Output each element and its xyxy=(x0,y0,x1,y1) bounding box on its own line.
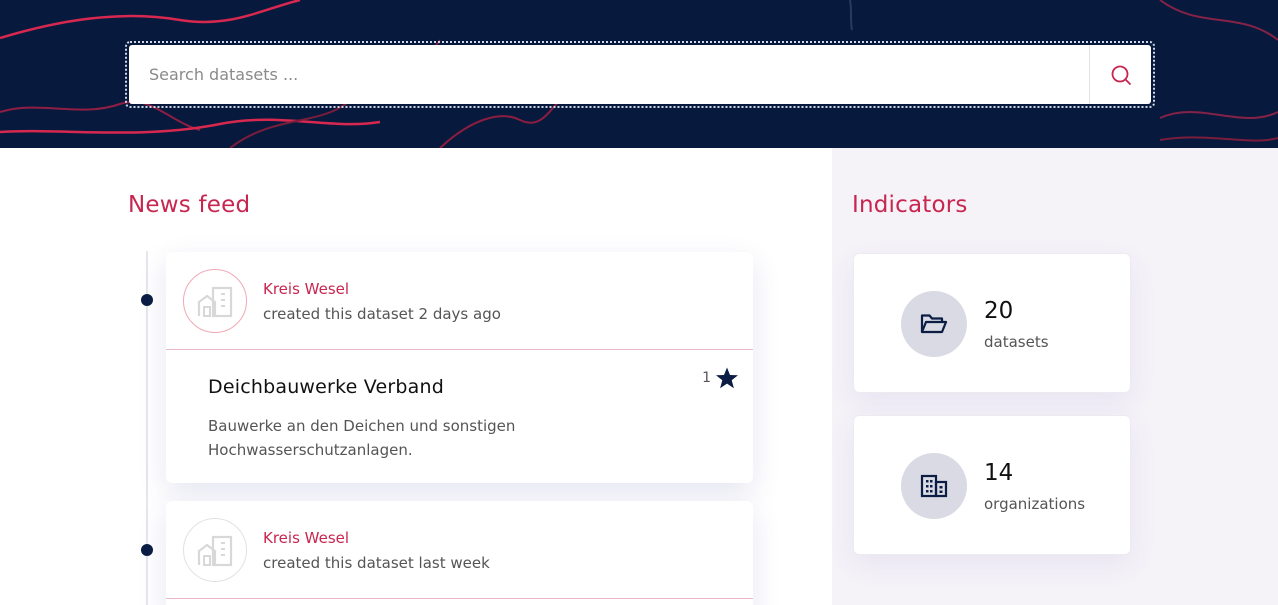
search-button[interactable] xyxy=(1089,45,1151,104)
activity-text: created this dataset 2 days ago xyxy=(263,305,501,323)
search-input[interactable] xyxy=(129,45,1089,104)
timeline-dot xyxy=(141,294,153,306)
search-focus-outline xyxy=(125,41,1155,108)
stars-count: 1 xyxy=(702,366,739,390)
news-feed-title: News feed xyxy=(128,192,251,218)
news-card-header: Kreis Wesel created this dataset 2 days … xyxy=(166,252,753,350)
indicator-label: datasets xyxy=(984,333,1049,351)
building-icon xyxy=(197,535,233,567)
star-count: 1 xyxy=(702,370,711,386)
news-card-header: Kreis Wesel created this dataset last we… xyxy=(166,501,753,599)
indicator-icon-circle xyxy=(901,453,967,519)
indicator-label: organizations xyxy=(984,495,1086,513)
timeline-dot xyxy=(141,544,153,556)
organization-avatar[interactable] xyxy=(183,518,247,582)
indicator-card-organizations[interactable]: 14 organizations xyxy=(853,415,1131,555)
news-card: Kreis Wesel created this dataset last we… xyxy=(166,501,753,605)
indicator-icon-circle xyxy=(901,291,967,357)
star-icon xyxy=(716,367,738,389)
indicators-title: Indicators xyxy=(852,192,968,218)
dataset-title-link[interactable]: Deichbauwerke Verband xyxy=(208,376,444,398)
search-bar xyxy=(129,45,1151,104)
news-card: Kreis Wesel created this dataset 2 days … xyxy=(166,252,753,483)
building-icon xyxy=(920,474,948,498)
hero-banner xyxy=(0,0,1278,148)
indicator-value: 14 xyxy=(984,460,1014,486)
search-icon xyxy=(1111,65,1131,85)
news-card-body: Deichbauwerke Verband Bauwerke an den De… xyxy=(166,350,753,483)
indicator-card-datasets[interactable]: 20 datasets xyxy=(853,253,1131,393)
activity-text: created this dataset last week xyxy=(263,554,490,572)
organization-link[interactable]: Kreis Wesel xyxy=(263,529,349,547)
dataset-description: Bauwerke an den Deichen und sonstigen Ho… xyxy=(208,417,516,459)
folder-open-icon xyxy=(920,314,948,334)
building-icon xyxy=(197,286,233,318)
indicator-value: 20 xyxy=(984,298,1014,324)
organization-link[interactable]: Kreis Wesel xyxy=(263,280,349,298)
organization-avatar[interactable] xyxy=(183,269,247,333)
